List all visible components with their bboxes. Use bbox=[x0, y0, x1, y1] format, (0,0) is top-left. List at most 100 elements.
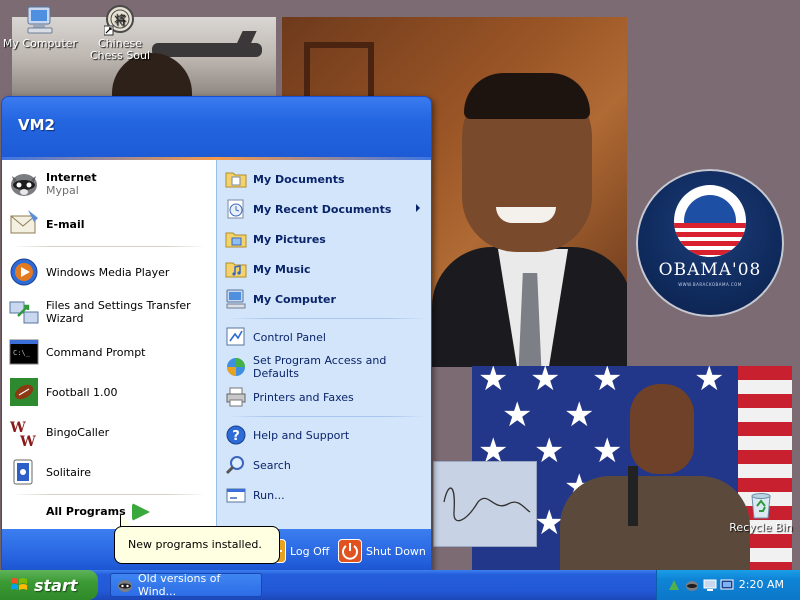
place-my-documents[interactable]: My Documents bbox=[225, 166, 430, 192]
command-prompt-icon: C:\_ bbox=[8, 336, 40, 368]
program-label: Solitaire bbox=[46, 465, 91, 479]
desktop-icon-chinese-chess[interactable]: 将 Chinese Chess Soul bbox=[81, 4, 159, 62]
desktop-icon-label: My Computer bbox=[2, 37, 78, 50]
folder-music-icon bbox=[225, 258, 247, 280]
run-icon bbox=[225, 484, 247, 506]
system-program-access[interactable]: Set Program Access and Defaults bbox=[225, 354, 430, 380]
system-control-panel[interactable]: Control Panel bbox=[225, 324, 430, 350]
system-label: Set Program Access and Defaults bbox=[253, 354, 387, 380]
system-printers-faxes[interactable]: Printers and Faxes bbox=[225, 384, 430, 410]
log-off-label: Log Off bbox=[290, 544, 330, 558]
mypal-raccoon-icon[interactable] bbox=[685, 578, 699, 592]
program-bingocaller[interactable]: W W BingoCaller bbox=[8, 414, 214, 450]
taskbar: start Old versions of Wind... 2:20 AM bbox=[0, 570, 800, 600]
desktop-icon-label: Chinese Chess Soul bbox=[89, 37, 151, 62]
clock[interactable]: 2:20 AM bbox=[739, 578, 784, 591]
windows-logo-icon bbox=[10, 576, 28, 594]
program-defaults-icon bbox=[225, 356, 247, 378]
program-command-prompt[interactable]: C:\_ Command Prompt bbox=[8, 334, 214, 370]
computer-icon bbox=[24, 4, 56, 36]
place-my-computer[interactable]: My Computer bbox=[225, 286, 430, 312]
folder-pictures-icon bbox=[225, 228, 247, 250]
start-menu-programs-pane: Internet Mypal E-mail Windows Media Play… bbox=[2, 160, 216, 529]
desktop-icon-recycle-bin[interactable]: Recycle Bin bbox=[722, 488, 800, 534]
football-icon bbox=[8, 376, 40, 408]
user-name: VM2 bbox=[18, 116, 55, 134]
pinned-subtitle: Mypal bbox=[46, 184, 79, 197]
program-label: Command Prompt bbox=[46, 345, 146, 359]
all-programs-button[interactable]: All Programs bbox=[46, 505, 126, 518]
system-label: Printers and Faxes bbox=[253, 390, 354, 404]
submenu-arrow-icon bbox=[416, 204, 420, 212]
pinned-email[interactable]: E-mail bbox=[8, 206, 214, 242]
new-programs-balloon[interactable]: New programs installed. bbox=[114, 526, 280, 564]
monitor-icon[interactable] bbox=[720, 578, 734, 592]
start-menu: VM2 Internet Mypal E-mail Windows Media … bbox=[1, 96, 432, 572]
divider bbox=[12, 246, 206, 247]
solitaire-icon bbox=[8, 456, 40, 488]
program-label: Football 1.00 bbox=[46, 385, 118, 399]
obama-08-logo: OBAMA'08 WWW.BARACKOBAMA.COM bbox=[636, 169, 784, 317]
program-label: Files and Settings Transfer Wizard bbox=[46, 299, 191, 325]
shut-down-button[interactable]: Shut Down bbox=[338, 539, 426, 563]
program-solitaire[interactable]: Solitaire bbox=[8, 454, 214, 490]
program-label: Windows Media Player bbox=[46, 265, 170, 279]
help-label: Run... bbox=[253, 488, 285, 502]
place-label: My Computer bbox=[253, 292, 336, 306]
shut-down-label: Shut Down bbox=[366, 544, 426, 558]
program-transfer-wizard[interactable]: Files and Settings Transfer Wizard bbox=[8, 294, 214, 330]
program-football[interactable]: Football 1.00 bbox=[8, 374, 214, 410]
network-icon[interactable] bbox=[667, 578, 681, 592]
help-icon: ? bbox=[225, 424, 247, 446]
help-and-support[interactable]: ? Help and Support bbox=[225, 422, 430, 448]
chess-piece-icon: 将 bbox=[103, 4, 136, 36]
display-icon[interactable] bbox=[703, 578, 717, 592]
help-label: Help and Support bbox=[253, 428, 350, 442]
control-panel-icon bbox=[225, 326, 247, 348]
start-label: start bbox=[34, 575, 78, 595]
balloon-text: New programs installed. bbox=[128, 538, 262, 551]
system-tray: 2:20 AM bbox=[656, 570, 800, 600]
folder-documents-icon bbox=[225, 168, 247, 190]
run-item[interactable]: Run... bbox=[225, 482, 430, 508]
pinned-internet[interactable]: Internet Mypal bbox=[8, 166, 214, 202]
task-label: Old versions of Wind... bbox=[138, 572, 221, 598]
place-my-pictures[interactable]: My Pictures bbox=[225, 226, 430, 252]
place-label: My Recent Documents bbox=[253, 202, 392, 216]
computer-icon bbox=[225, 288, 247, 310]
place-my-music[interactable]: My Music bbox=[225, 256, 430, 282]
taskbar-task-button[interactable]: Old versions of Wind... bbox=[110, 572, 262, 598]
pinned-title: Internet bbox=[46, 171, 97, 184]
logo-text: OBAMA'08 bbox=[658, 260, 762, 280]
start-button[interactable]: start bbox=[0, 570, 98, 600]
logo-url: WWW.BARACKOBAMA.COM bbox=[678, 282, 742, 287]
place-label: My Music bbox=[253, 262, 311, 276]
divider bbox=[12, 494, 206, 495]
search-item[interactable]: Search bbox=[225, 452, 430, 478]
recycle-bin-icon bbox=[745, 488, 777, 520]
place-my-recent-documents[interactable]: My Recent Documents bbox=[225, 196, 430, 222]
place-label: My Pictures bbox=[253, 232, 326, 246]
pinned-title: E-mail bbox=[46, 217, 85, 231]
start-menu-places-pane: My Documents My Recent Documents My Pict… bbox=[216, 160, 431, 529]
program-windows-media-player[interactable]: Windows Media Player bbox=[8, 254, 214, 290]
search-icon bbox=[225, 454, 247, 476]
recent-documents-icon bbox=[225, 198, 247, 220]
bingo-icon: W W bbox=[8, 416, 40, 450]
svg-text:W: W bbox=[19, 434, 36, 448]
svg-text:C:\_: C:\_ bbox=[13, 349, 31, 357]
start-menu-header: VM2 bbox=[2, 97, 431, 157]
desktop-icon-my-computer[interactable]: My Computer bbox=[1, 4, 79, 50]
media-player-icon bbox=[8, 256, 40, 288]
place-label: My Documents bbox=[253, 172, 345, 186]
desktop-icon-label: Recycle Bin bbox=[729, 521, 793, 534]
mypal-raccoon-icon bbox=[117, 577, 133, 593]
mypal-raccoon-icon bbox=[8, 168, 40, 200]
svg-text:?: ? bbox=[232, 429, 240, 444]
background-signature-card bbox=[433, 461, 537, 547]
system-label: Control Panel bbox=[253, 330, 326, 344]
transfer-wizard-icon bbox=[8, 296, 40, 328]
help-label: Search bbox=[253, 458, 291, 472]
printer-icon bbox=[225, 386, 247, 408]
email-envelope-icon bbox=[8, 208, 40, 240]
